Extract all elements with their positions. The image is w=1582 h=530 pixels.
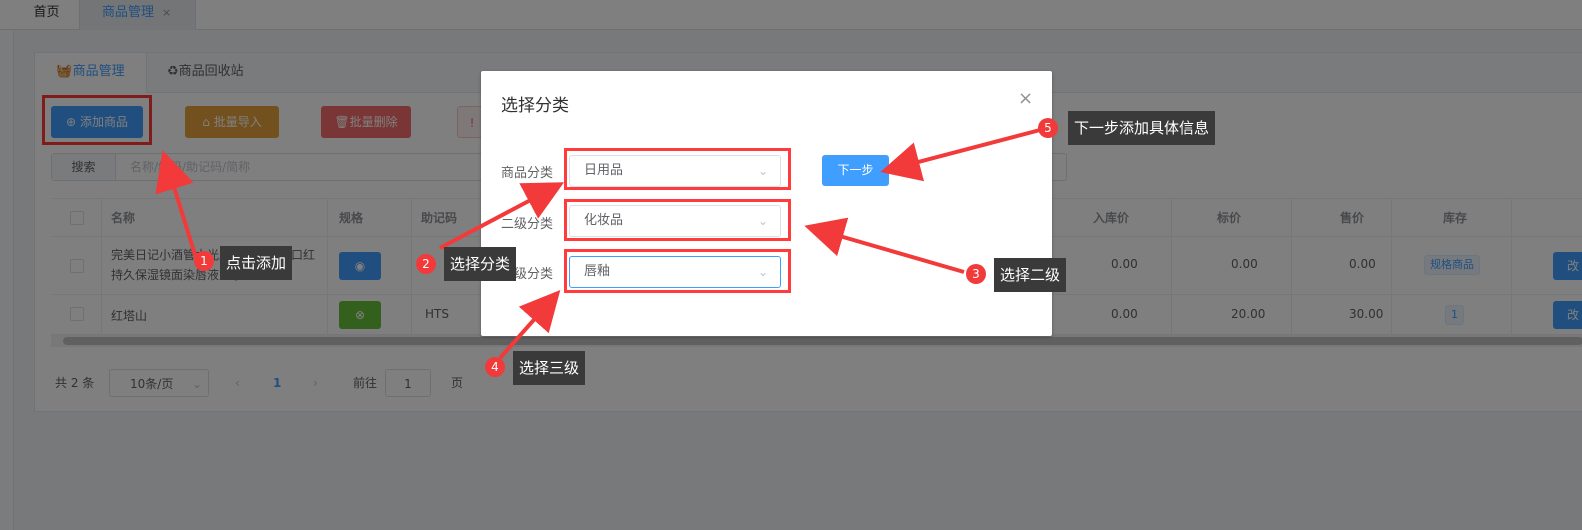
arrow-2 [439,182,565,250]
arrow-4 [498,290,561,360]
callout-number-2: 2 [416,254,436,274]
arrow-5 [880,128,1041,182]
callout-number-5: 5 [1038,118,1058,138]
callout-5: 下一步添加具体信息 [1068,111,1216,145]
callout-number-3: 3 [966,264,986,284]
callout-3: 选择二级 [994,258,1067,292]
callout-4: 选择三级 [513,351,586,385]
arrow-3 [804,217,965,274]
callout-number-4: 4 [485,357,505,377]
callout-2: 选择分类 [444,247,517,281]
callout-1: 点击添加 [220,246,293,280]
arrow-1 [155,150,198,259]
callout-number-1: 1 [194,251,214,271]
